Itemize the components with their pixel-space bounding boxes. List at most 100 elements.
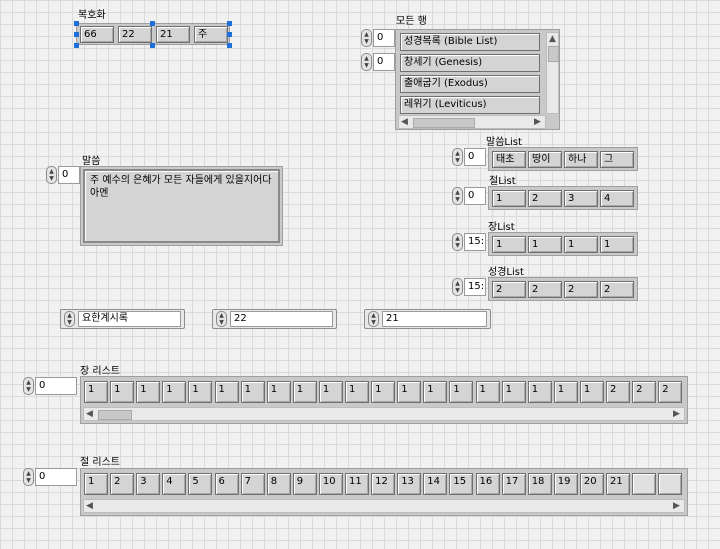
scroll-left-icon[interactable]: ◀ (86, 500, 93, 512)
jeol-riseuteu-cell[interactable]: 6 (214, 473, 239, 495)
horizontal-scrollbar[interactable]: ◀ ▶ (398, 115, 546, 129)
selection-handle[interactable] (227, 32, 232, 37)
jang-riseuteu-cell[interactable]: 1 (397, 381, 422, 403)
jeol-riseuteu-array[interactable]: ◀ ▶ 1 2 3 4 5 6 7 8 9 10 11 12 13 14 15 16 17 18 19 20 21 (80, 468, 688, 516)
jang-riseuteu-cell[interactable]: 1 (501, 381, 526, 403)
jang-riseuteu-cell[interactable]: 1 (84, 381, 108, 403)
increment-decrement-icon[interactable]: ▲ ▼ (23, 377, 34, 395)
scroll-left-icon[interactable]: ◀ (86, 408, 93, 420)
jeol-riseuteu-cell[interactable]: 14 (423, 473, 448, 495)
scroll-right-icon[interactable]: ▶ (673, 500, 680, 512)
increment-decrement-icon[interactable]: ▲ ▼ (216, 311, 227, 327)
bokhohwa-array[interactable]: 66 22 21 주 (76, 23, 230, 45)
selection-handle[interactable] (74, 43, 79, 48)
seonggyeong-list-array[interactable]: 2 2 2 2 (488, 277, 638, 301)
array-cell[interactable]: 1 (528, 236, 562, 253)
chapter-ring-control[interactable]: ▲ ▼ 22 (212, 309, 337, 329)
increment-decrement-icon[interactable]: ▲ ▼ (452, 148, 463, 166)
malsseum-list-index[interactable]: ▲ ▼ 0 (452, 148, 486, 166)
jeol-riseuteu-cell[interactable]: 20 (579, 473, 604, 495)
jeol-riseuteu-index[interactable]: ▲ ▼ 0 (23, 468, 77, 486)
jang-riseuteu-cell[interactable]: 1 (240, 381, 265, 403)
jang-riseuteu-cell[interactable]: 1 (527, 381, 552, 403)
array-cell[interactable]: 2 (528, 190, 562, 207)
jeol-list-index-value[interactable]: 0 (464, 187, 486, 205)
jang-riseuteu-cell[interactable]: 1 (579, 381, 604, 403)
scrollbar-thumb[interactable] (548, 46, 559, 62)
selection-handle[interactable] (227, 43, 232, 48)
array-cell[interactable]: 땅이 (528, 151, 562, 168)
array-cell[interactable]: 3 (564, 190, 598, 207)
list-item[interactable]: 성경목록 (Bible List) (400, 33, 540, 51)
jang-list-index[interactable]: ▲ ▼ 15: (452, 233, 486, 251)
selection-handle[interactable] (74, 32, 79, 37)
jang-riseuteu-array[interactable]: ◀ ▶ 11111111111111111111222 (80, 376, 688, 424)
selection-handle[interactable] (227, 21, 232, 26)
array-cell[interactable]: 2 (600, 281, 634, 298)
increment-decrement-icon[interactable]: ▲ ▼ (368, 311, 379, 327)
scroll-right-icon[interactable]: ▶ (534, 116, 541, 128)
bokhohwa-cell-2[interactable]: 21 (156, 26, 190, 43)
jeol-riseuteu-cell[interactable]: 21 (606, 473, 630, 495)
scrollbar-thumb[interactable] (413, 118, 475, 128)
jeol-riseuteu-cell[interactable]: 13 (397, 473, 422, 495)
scrollbar-thumb[interactable] (98, 410, 132, 420)
array-cell[interactable]: 4 (600, 190, 634, 207)
scroll-left-icon[interactable]: ◀ (401, 116, 408, 128)
jeol-riseuteu-cell[interactable] (632, 473, 657, 495)
malsseum-index[interactable]: ▲ ▼ 0 (46, 166, 80, 184)
all-rows-index-b[interactable]: ▲ ▼ 0 (361, 53, 395, 71)
array-cell[interactable]: 1 (600, 236, 634, 253)
increment-decrement-icon[interactable]: ▲ ▼ (361, 29, 372, 47)
jang-riseuteu-cell[interactable]: 1 (110, 381, 135, 403)
jeol-riseuteu-cell[interactable]: 1 (84, 473, 108, 495)
array-cell[interactable]: 태초 (492, 151, 526, 168)
all-rows-index-b-value[interactable]: 0 (373, 53, 395, 71)
seonggyeong-list-index-value[interactable]: 15: (464, 278, 486, 296)
increment-decrement-icon[interactable]: ▲ ▼ (23, 468, 34, 486)
verse-ring-control[interactable]: ▲ ▼ 21 (364, 309, 491, 329)
increment-decrement-icon[interactable]: ▲ ▼ (452, 187, 463, 205)
jang-list-index-value[interactable]: 15: (464, 233, 486, 251)
horizontal-scrollbar[interactable]: ◀ ▶ (83, 407, 685, 421)
jang-riseuteu-cell[interactable]: 1 (371, 381, 396, 403)
jeol-riseuteu-cell[interactable]: 2 (110, 473, 135, 495)
jang-riseuteu-cell[interactable]: 1 (553, 381, 578, 403)
increment-decrement-icon[interactable]: ▲ ▼ (452, 233, 463, 251)
selection-handle[interactable] (74, 21, 79, 26)
malsseum-textbox[interactable]: 주 예수의 은혜가 모든 자들에게 있을지어다 아멘 (83, 169, 280, 243)
jang-riseuteu-cell[interactable]: 2 (658, 381, 683, 403)
jang-riseuteu-cell[interactable]: 1 (214, 381, 239, 403)
selection-handle[interactable] (150, 43, 155, 48)
list-item[interactable]: 레위기 (Leviticus) (400, 96, 540, 114)
jeol-riseuteu-cell[interactable] (658, 473, 683, 495)
jeol-riseuteu-cell[interactable]: 15 (449, 473, 474, 495)
array-cell[interactable]: 1 (492, 236, 526, 253)
array-cell[interactable]: 2 (564, 281, 598, 298)
verse-ring-value[interactable]: 21 (382, 311, 487, 327)
list-item[interactable]: 창세기 (Genesis) (400, 54, 540, 72)
array-cell[interactable]: 2 (528, 281, 562, 298)
all-rows-listbox[interactable]: 성경목록 (Bible List) 창세기 (Genesis) 출애굽기 (Ex… (395, 29, 560, 130)
increment-decrement-icon[interactable]: ▲ ▼ (46, 166, 57, 184)
jeol-riseuteu-cell[interactable]: 17 (501, 473, 526, 495)
seonggyeong-list-index[interactable]: ▲ ▼ 15: (452, 278, 486, 296)
jang-riseuteu-cell[interactable]: 1 (266, 381, 291, 403)
jang-riseuteu-cell[interactable]: 1 (162, 381, 187, 403)
malsseum-list-array[interactable]: 태초 땅이 하나 그 (488, 147, 638, 171)
jang-riseuteu-cell[interactable]: 1 (188, 381, 213, 403)
horizontal-scrollbar[interactable]: ◀ ▶ (83, 499, 685, 513)
jang-riseuteu-cell[interactable]: 1 (449, 381, 474, 403)
all-rows-index-a-value[interactable]: 0 (373, 29, 395, 47)
jang-riseuteu-cell[interactable]: 1 (345, 381, 369, 403)
jeol-list-array[interactable]: 1 2 3 4 (488, 186, 638, 210)
jeol-riseuteu-cell[interactable]: 18 (527, 473, 552, 495)
array-cell[interactable]: 하나 (564, 151, 598, 168)
selection-handle[interactable] (150, 21, 155, 26)
jeol-riseuteu-cell[interactable]: 5 (188, 473, 213, 495)
jeol-riseuteu-cell[interactable]: 7 (240, 473, 265, 495)
list-item[interactable]: 출애굽기 (Exodus) (400, 75, 540, 93)
jang-riseuteu-index[interactable]: ▲ ▼ 0 (23, 377, 77, 395)
jang-riseuteu-cell[interactable]: 2 (606, 381, 630, 403)
jang-list-array[interactable]: 1 1 1 1 (488, 232, 638, 256)
